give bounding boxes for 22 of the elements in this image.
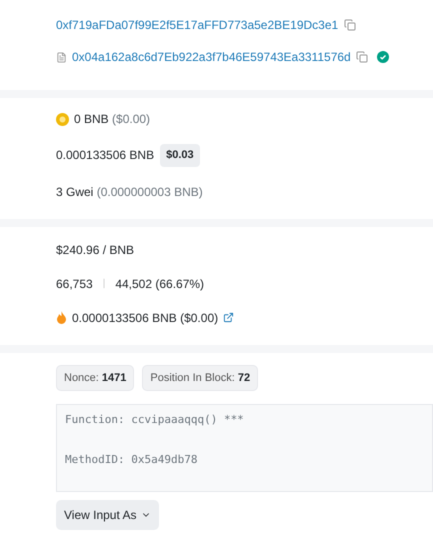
bnb-price: $240.96 / BNB: [56, 242, 136, 258]
info-badge: Position In Block: 72: [142, 364, 258, 391]
copy-icon[interactable]: [344, 19, 356, 31]
flame-icon: [56, 311, 67, 324]
separator: |: [102, 277, 106, 291]
fee-usd-badge: $0.03: [160, 144, 200, 166]
view-input-as-button[interactable]: View Input As: [56, 500, 158, 530]
gas-price: 3 Gwei (0.000000003 BNB): [56, 184, 204, 200]
from-address-link[interactable]: 0xf719aFDa07f99E2f5E17aFFD773a5e2BE19Dc3e1: [56, 16, 338, 34]
gas-limit: 66,753: [56, 276, 93, 292]
burnt-fee: 0.0000133506 BNB ($0.00): [72, 310, 218, 326]
gas-used: 44,502 (66.67%): [115, 276, 204, 292]
coin-icon: [56, 112, 69, 126]
external-link-icon[interactable]: [223, 312, 234, 323]
info-badge: Nonce: 1471: [56, 364, 134, 391]
contract-address-link[interactable]: 0x04a162a8c6d7Eb922a3f7b46E59743Ea3311576d: [72, 48, 351, 66]
contract-icon: [56, 52, 67, 62]
fee-amount: 0.000133506 BNB: [56, 147, 154, 164]
input-data-line: MethodID: 0x5a49db78: [65, 452, 198, 468]
copy-icon[interactable]: [356, 51, 368, 63]
input-data-line: Function: ccvipaaaqqq() ***: [65, 412, 245, 428]
value-amount: 0 BNB ($0.00): [74, 111, 150, 128]
